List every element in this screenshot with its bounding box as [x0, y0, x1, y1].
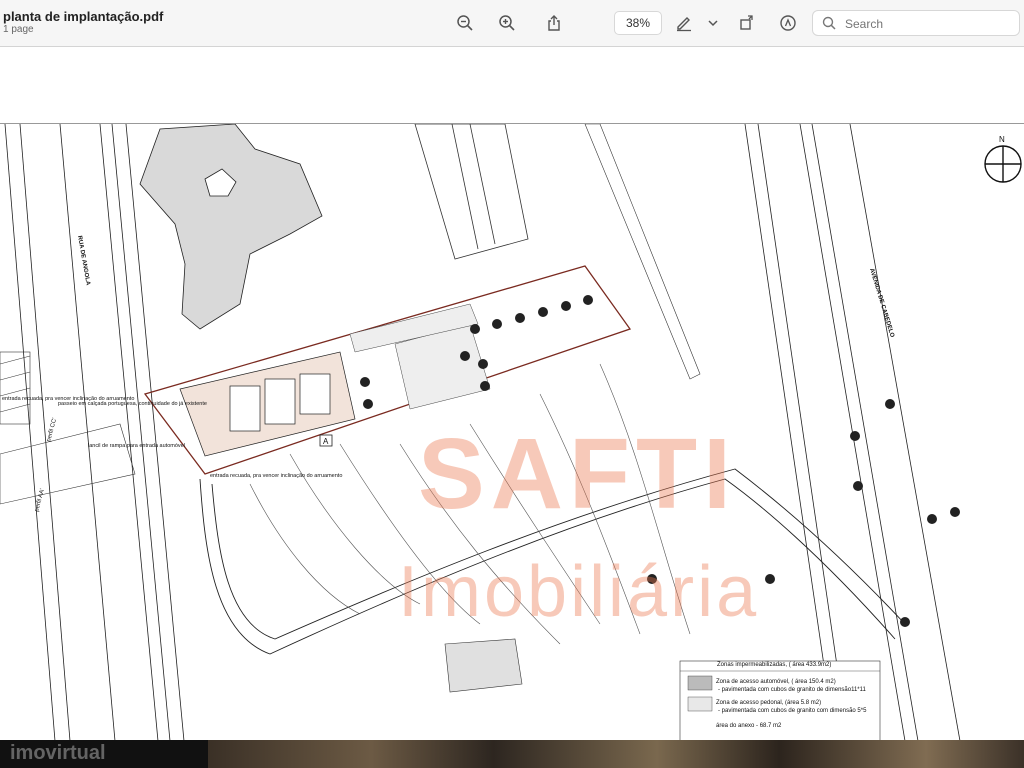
note-curb: lancil de rampa para entrada automóvel — [88, 443, 185, 449]
street-name-left: RUA DE ANGOLA — [76, 235, 91, 286]
street-name-right: AVENIDA DE CABEDELO — [868, 268, 895, 339]
legend-vehicle-paving: - pavimentada com cubos de granito de di… — [718, 687, 867, 693]
page-margin — [0, 47, 1024, 122]
bottom-photo-strip: imovirtual — [0, 740, 1024, 768]
rotate-icon — [740, 15, 753, 30]
toolbar: planta de implantação.pdf 1 page 38% — [0, 0, 1024, 47]
zoom-out-icon — [457, 15, 473, 31]
street-left-lines — [4, 124, 185, 741]
document-title: planta de implantação.pdf — [3, 9, 164, 24]
zoom-level[interactable]: 38% — [614, 11, 662, 35]
bottom-logo: imovirtual — [10, 742, 106, 764]
legend-swatch-vehicle — [687, 675, 713, 691]
chevron-down-icon — [708, 20, 718, 27]
pen-icon — [677, 17, 691, 32]
share-icon — [548, 15, 560, 31]
zoom-out-button[interactable] — [453, 11, 477, 35]
adjacent-building — [139, 124, 323, 330]
search-icon — [822, 16, 836, 30]
site-plan-drawing: N A RUA DE ANGOLA AVENIDA DE CABEDELO en… — [0, 124, 1022, 741]
building-label: A — [323, 437, 329, 446]
court — [414, 124, 529, 260]
street-right-lines — [744, 124, 961, 741]
share-button[interactable] — [542, 11, 566, 35]
photo-preview — [208, 740, 1024, 768]
zoom-in-button[interactable] — [495, 11, 519, 35]
zoom-in-icon — [499, 15, 515, 31]
lower-building — [444, 638, 523, 693]
bottom-logo-area: imovirtual — [0, 740, 208, 768]
pdf-page[interactable]: N A RUA DE ANGOLA AVENIDA DE CABEDELO en… — [0, 123, 1024, 741]
legend: Zonas impermeabilizadas, ( área 433.9m2)… — [679, 660, 881, 741]
left-buildings — [0, 351, 136, 505]
right-path — [584, 124, 701, 380]
annotate-button[interactable] — [776, 11, 800, 35]
annotate-icon — [780, 15, 796, 31]
document-page-count: 1 page — [3, 24, 34, 35]
north-arrow — [984, 145, 1022, 183]
legend-annex: área do anexo - 68.7 m2 — [716, 723, 782, 729]
legend-impermeable: Zonas impermeabilizadas, ( área 433.9m2) — [717, 662, 831, 668]
legend-vehicle: Zona de acesso automóvel, ( área 150.4 m… — [716, 679, 836, 685]
legend-pedestrian: Zona de acesso pedonal, (área 5.8 m2) — [716, 700, 821, 706]
north-label: N — [999, 135, 1005, 144]
section-cc-label: perfil CC' — [46, 417, 58, 442]
section-aa-label: perfil AA' — [34, 488, 46, 512]
legend-swatch-pedestrian — [687, 696, 713, 712]
note-entrance-bottom: entrada recuada, pra vencer inclinação d… — [210, 473, 342, 479]
rotate-button[interactable] — [735, 11, 759, 35]
search-field[interactable] — [812, 10, 1020, 36]
search-input[interactable] — [843, 14, 1017, 34]
markup-button[interactable] — [672, 11, 696, 35]
markup-menu-button[interactable] — [704, 11, 722, 35]
note-sidewalk: passeio em calçada portuguesa, continuid… — [58, 401, 207, 407]
legend-pedestrian-paving: - pavimentada com cubos de granito com d… — [718, 708, 867, 714]
